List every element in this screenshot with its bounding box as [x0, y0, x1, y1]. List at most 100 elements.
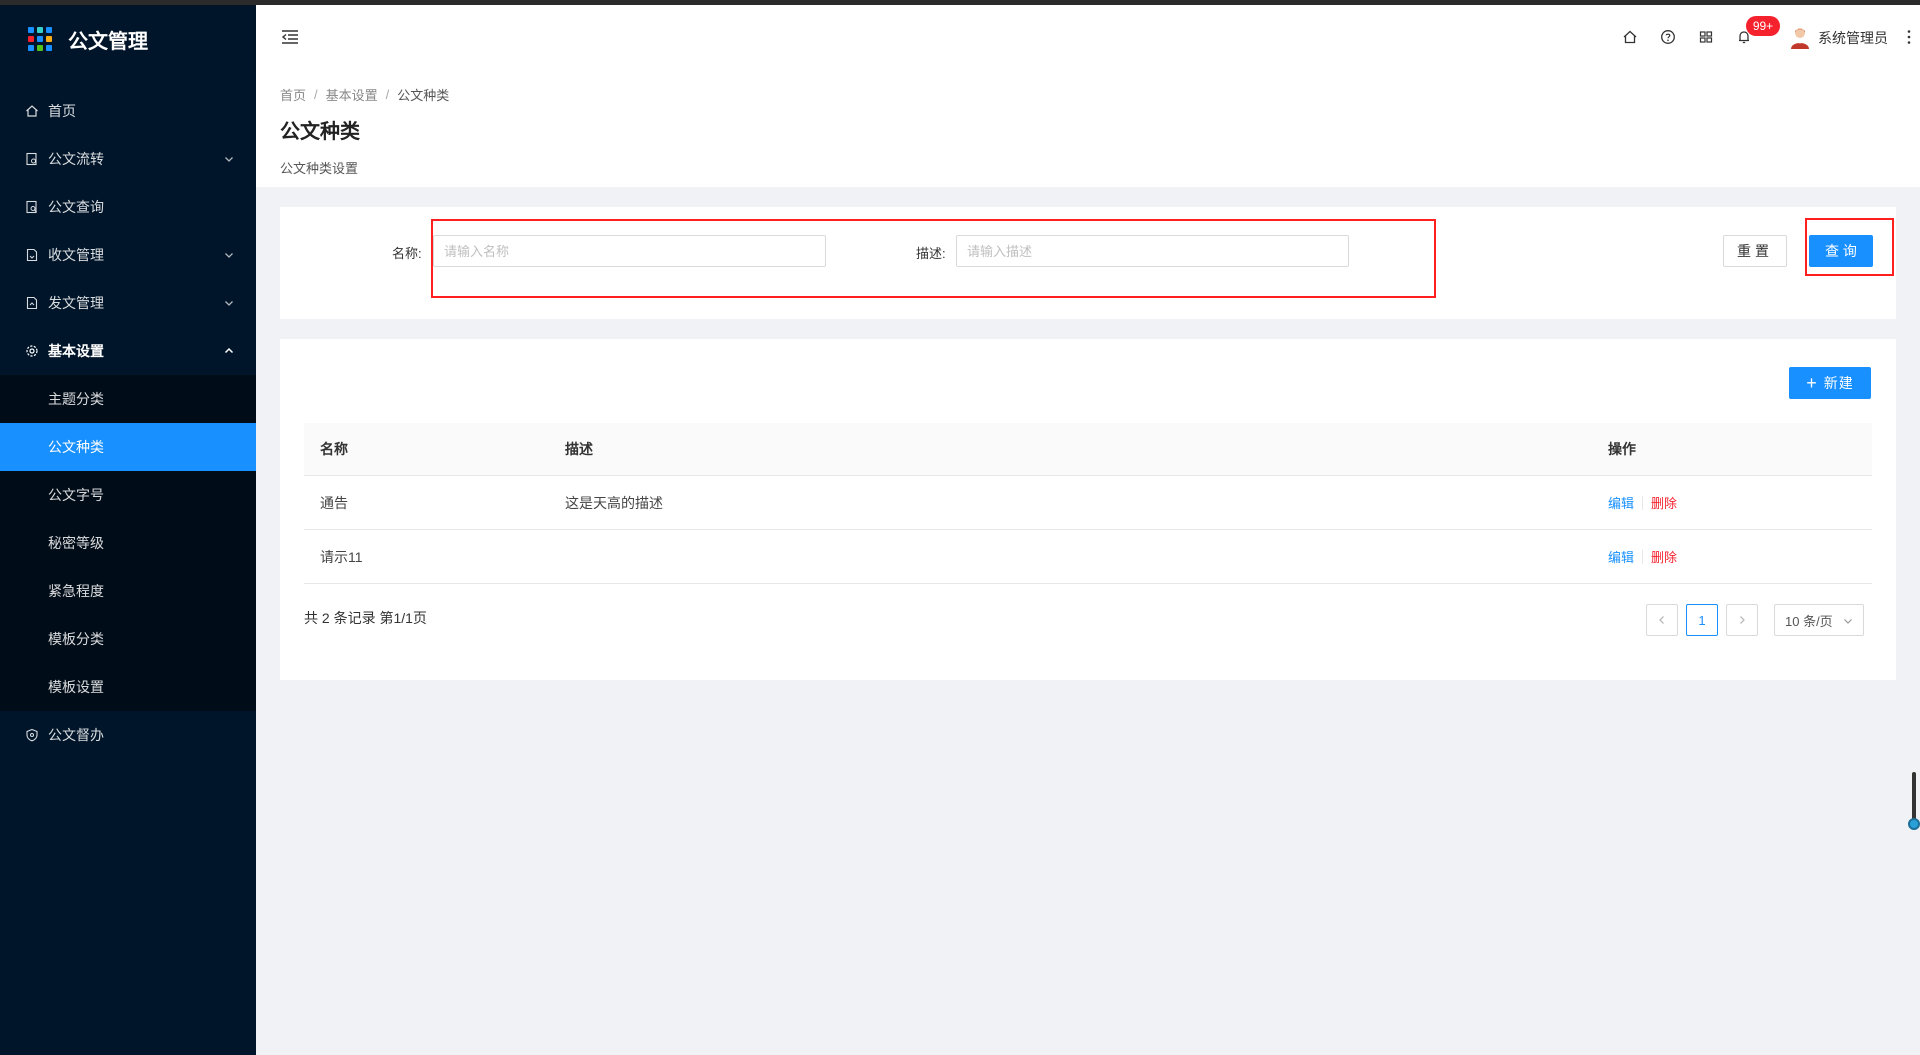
cell-actions: 编辑 删除 — [1608, 547, 1872, 566]
chevron-down-icon — [225, 301, 233, 306]
home-icon[interactable] — [1622, 29, 1638, 45]
breadcrumb-separator: / — [385, 86, 390, 102]
chevron-down-icon — [225, 253, 233, 258]
action-divider — [1642, 549, 1644, 564]
delete-link[interactable]: 删除 — [1651, 493, 1677, 512]
sidebar-item-label: 公文字号 — [48, 487, 104, 503]
table-row: 请示11 编辑 删除 — [304, 530, 1872, 584]
cell-name: 请示11 — [320, 548, 363, 565]
sidebar-item-incoming[interactable]: 收文管理 — [0, 231, 256, 279]
edit-link[interactable]: 编辑 — [1608, 547, 1634, 566]
search-panel: 名称: 描述: 重置 查 询 — [280, 207, 1896, 319]
page-subtitle: 公文种类设置 — [280, 161, 359, 176]
sidebar-item-secret-level[interactable]: 秘密等级 — [0, 519, 256, 567]
chevron-down-icon — [225, 157, 233, 162]
sidebar-item-label: 发文管理 — [48, 295, 104, 311]
table-row: 通告 这是天高的描述 编辑 删除 — [304, 476, 1872, 530]
sidebar-item-basic-settings[interactable]: 基本设置 — [0, 327, 256, 375]
sidebar-item-label: 紧急程度 — [48, 583, 104, 599]
inbox-doc-icon — [24, 247, 40, 263]
sidebar-item-template-category[interactable]: 模板分类 — [0, 615, 256, 663]
doc-type-table: 名称 描述 操作 通告 这是天高的描述 编辑 删除 请示11 编辑 删除 — [304, 423, 1872, 584]
doc-flow-icon — [24, 151, 40, 167]
total-records-text: 共 2 条记录 第1/1页 — [304, 610, 427, 626]
app-title: 公文管理 — [68, 30, 148, 53]
next-page-button[interactable] — [1726, 604, 1758, 636]
sidebar-item-home[interactable]: 首页 — [0, 87, 256, 135]
avatar[interactable] — [1788, 25, 1812, 49]
window-top-border — [0, 0, 1920, 5]
shield-icon — [24, 727, 40, 743]
send-doc-icon — [24, 295, 40, 311]
edit-link[interactable]: 编辑 — [1608, 493, 1634, 512]
sidebar-item-doc-search[interactable]: 公文查询 — [0, 183, 256, 231]
sidebar-item-supervision[interactable]: 公文督办 — [0, 711, 256, 759]
sidebar-item-label: 公文督办 — [48, 727, 104, 743]
breadcrumb: 首页 / 基本设置 / 公文种类 — [280, 85, 1896, 103]
sidebar-item-label: 基本设置 — [48, 343, 104, 359]
sidebar-item-label: 模板设置 — [48, 679, 104, 695]
page-number-button[interactable]: 1 — [1686, 604, 1718, 636]
page-size-select[interactable]: 10 条/页 — [1774, 604, 1864, 636]
highlight-box-search-fields — [431, 219, 1436, 298]
scrollbar-thumb[interactable] — [1912, 772, 1916, 824]
breadcrumb-separator: / — [314, 86, 318, 102]
name-label: 名称: — [392, 246, 422, 261]
apps-grid-icon — [28, 27, 52, 51]
sidebar-item-topic-category[interactable]: 主题分类 — [0, 375, 256, 423]
reset-button[interactable]: 重置 — [1723, 235, 1787, 267]
chevron-right-icon — [1740, 616, 1745, 624]
table-header: 名称 描述 操作 — [304, 423, 1872, 476]
plus-icon: + — [1806, 373, 1818, 393]
sidebar-item-doc-flow[interactable]: 公文流转 — [0, 135, 256, 183]
page-size-value: 10 条/页 — [1785, 613, 1833, 629]
sidebar-item-urgency[interactable]: 紧急程度 — [0, 567, 256, 615]
chevron-up-icon — [224, 347, 234, 354]
breadcrumb-item-home[interactable]: 首页 — [280, 85, 306, 104]
page-header: 首页 / 基本设置 / 公文种类 公文种类 公文种类设置 — [256, 69, 1920, 187]
more-vertical-icon[interactable] — [1906, 29, 1912, 45]
scrollbar-handle[interactable] — [1908, 818, 1920, 830]
app-logo[interactable]: 公文管理 — [0, 5, 256, 73]
sidebar-item-doc-type[interactable]: 公文种类 — [0, 423, 256, 471]
breadcrumb-item-basic-settings[interactable]: 基本设置 — [326, 85, 378, 104]
sidebar-menu: 首页 公文流转 公文查询 收文管理 发文管理 基本设置 主题分类 公文种类 公文… — [0, 87, 256, 759]
chevron-left-icon — [1659, 616, 1664, 624]
sidebar: 公文管理 首页 公文流转 公文查询 收文管理 发文管理 基本设置 主题分类 公文… — [0, 5, 256, 1055]
delete-link[interactable]: 删除 — [1651, 547, 1677, 566]
menu-fold-icon[interactable] — [280, 27, 300, 47]
prev-page-button[interactable] — [1646, 604, 1678, 636]
new-button[interactable]: + 新建 — [1789, 367, 1871, 399]
sidebar-item-outgoing[interactable]: 发文管理 — [0, 279, 256, 327]
cell-name: 通告 — [320, 494, 348, 511]
home-icon — [24, 103, 40, 119]
sidebar-item-label: 模板分类 — [48, 631, 104, 647]
action-divider — [1642, 495, 1644, 510]
username[interactable]: 系统管理员 — [1818, 28, 1888, 48]
gear-icon — [24, 343, 40, 359]
cell-actions: 编辑 删除 — [1608, 493, 1872, 512]
submenu-basic-settings: 主题分类 公文种类 公文字号 秘密等级 紧急程度 模板分类 模板设置 — [0, 375, 256, 711]
sidebar-item-label: 公文查询 — [48, 199, 104, 215]
apps-icon[interactable] — [1698, 29, 1714, 45]
column-header-name: 名称 — [320, 441, 348, 457]
sidebar-item-template-settings[interactable]: 模板设置 — [0, 663, 256, 711]
notification-badge: 99+ — [1746, 16, 1780, 36]
page-title: 公文种类 — [280, 121, 360, 143]
doc-search-icon — [24, 199, 40, 215]
column-header-actions: 操作 — [1608, 441, 1636, 457]
sidebar-item-label: 公文种类 — [48, 439, 104, 455]
highlight-box-query-button — [1805, 218, 1894, 276]
cell-desc: 这是天高的描述 — [565, 494, 663, 511]
chevron-down-icon — [1844, 619, 1852, 624]
help-icon[interactable] — [1660, 29, 1676, 45]
column-header-desc: 描述 — [565, 441, 593, 457]
sidebar-item-label: 主题分类 — [48, 391, 104, 407]
new-button-label: 新建 — [1823, 375, 1854, 391]
sidebar-item-label: 收文管理 — [48, 247, 104, 263]
sidebar-item-label: 首页 — [48, 103, 76, 119]
sidebar-item-label: 公文流转 — [48, 151, 104, 167]
breadcrumb-item-current: 公文种类 — [397, 87, 450, 103]
sidebar-item-doc-number[interactable]: 公文字号 — [0, 471, 256, 519]
sidebar-item-label: 秘密等级 — [48, 535, 104, 551]
